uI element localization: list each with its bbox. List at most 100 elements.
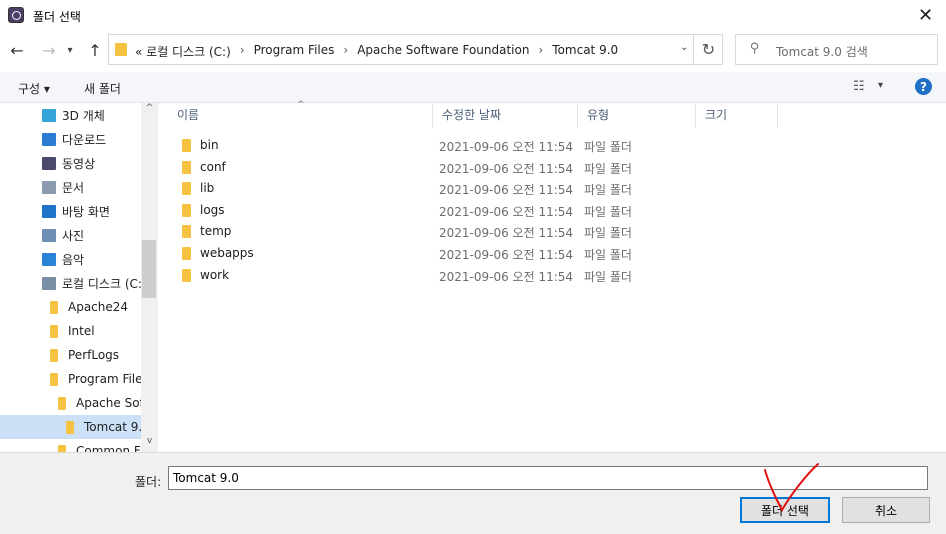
search-icon: ⚲ — [750, 41, 760, 56]
new-folder-button[interactable]: 새 폴더 — [84, 80, 121, 97]
sidebar-item-label: 3D 개체 — [62, 108, 105, 123]
file-type: 파일 폴더 — [584, 269, 632, 284]
file-type: 파일 폴더 — [584, 140, 632, 154]
sidebar-item-label: 문서 — [62, 180, 85, 195]
sidebar-item-label: Common Files — [76, 444, 141, 452]
column-header-date[interactable]: 수정한 날짜 — [433, 103, 578, 128]
forward-arrow-icon[interactable]: → — [38, 39, 60, 61]
sidebar-item-label: Intel — [68, 324, 95, 338]
breadcrumb: « 로컬 디스크 (C:) › Program Files › Apache S… — [135, 43, 618, 60]
breadcrumb-item[interactable]: « 로컬 디스크 (C:) — [135, 43, 231, 60]
sidebar-item[interactable]: 사진 — [0, 223, 141, 247]
navigation-pane: 3D 개체다운로드동영상문서바탕 화면사진음악로컬 디스크 (C:) Apache… — [0, 103, 159, 452]
folder-icon — [182, 247, 191, 260]
column-header-type[interactable]: 유형 — [578, 103, 696, 128]
folder-name-input[interactable] — [168, 466, 928, 490]
file-name: bin — [200, 138, 219, 152]
file-type: 파일 폴더 — [584, 183, 632, 198]
file-row[interactable]: bin 2021-09-06 오전 11:54 파일 폴더 — [158, 135, 946, 156]
document-icon — [42, 180, 56, 194]
chevron-right-icon[interactable]: › — [538, 43, 543, 60]
help-icon[interactable]: ? — [915, 78, 932, 95]
back-arrow-icon[interactable]: ← — [6, 39, 28, 61]
close-button[interactable]: ✕ — [905, 0, 946, 31]
select-folder-button[interactable]: 폴더 선택 — [740, 497, 830, 523]
file-date: 2021-09-06 오전 11:54 — [439, 183, 574, 198]
breadcrumb-item[interactable]: Tomcat 9.0 — [552, 43, 618, 60]
sidebar-item-label: Apache24 — [68, 300, 129, 314]
pictures-icon — [42, 228, 56, 242]
file-date: 2021-09-06 오전 11:54 — [439, 204, 574, 219]
file-name: conf — [200, 159, 226, 174]
sidebar-item[interactable]: 바탕 화면 — [0, 199, 141, 223]
scroll-up-icon[interactable]: ^ — [141, 103, 158, 119]
scroll-down-icon[interactable]: v — [141, 436, 158, 452]
chevron-right-icon[interactable]: › — [240, 43, 245, 60]
desktop-icon — [42, 204, 56, 218]
file-date: 2021-09-06 오전 11:54 — [439, 161, 574, 176]
breadcrumb-item[interactable]: Apache Software Foundation — [357, 43, 529, 60]
title-bar: 폴더 선택 ✕ — [0, 0, 946, 31]
sidebar-item-label: 바탕 화면 — [62, 204, 110, 219]
file-name: webapps — [200, 246, 254, 260]
sidebar-item-label: PerfLogs — [68, 348, 120, 362]
file-date: 2021-09-06 오전 11:54 — [439, 226, 574, 241]
sidebar-item-label: 사진 — [62, 228, 85, 243]
sidebar-item[interactable]: 문서 — [0, 175, 141, 199]
file-row[interactable]: logs 2021-09-06 오전 11:54 파일 폴더 — [158, 200, 946, 221]
file-type: 파일 폴더 — [584, 204, 632, 219]
search-placeholder: Tomcat 9.0 검색 — [776, 45, 868, 59]
view-options-icon[interactable]: ☷ — [853, 79, 865, 94]
file-list: 이름 ^ 수정한 날짜 유형 크기 bin 2021-09-06 오전 11:54… — [158, 100, 946, 452]
sidebar-item[interactable]: 다운로드 — [0, 127, 141, 151]
folder-icon — [182, 139, 191, 152]
sidebar-item[interactable]: Common Files — [0, 439, 141, 452]
3d-objects-icon — [42, 108, 56, 122]
sidebar-item-label: Tomcat 9.0 — [84, 420, 141, 434]
sidebar-item[interactable]: 로컬 디스크 (C:) — [0, 271, 141, 295]
search-input[interactable]: ⚲ Tomcat 9.0 검색 — [735, 34, 938, 65]
chevron-right-icon[interactable]: › — [343, 43, 348, 60]
sidebar-item[interactable]: 동영상 — [0, 151, 141, 175]
video-icon — [42, 156, 56, 170]
file-row[interactable]: work 2021-09-06 오전 11:54 파일 폴더 — [158, 265, 946, 286]
chevron-down-icon[interactable]: ▾ — [878, 80, 883, 91]
file-row[interactable]: temp 2021-09-06 오전 11:54 파일 폴더 — [158, 221, 946, 242]
recent-locations-chevron-icon[interactable]: ▾ — [62, 39, 78, 61]
sidebar-item-label: 음악 — [62, 252, 85, 267]
music-icon — [42, 252, 56, 266]
sidebar-item-label: 동영상 — [62, 156, 96, 171]
folder-icon — [50, 324, 58, 338]
file-name: logs — [200, 202, 225, 217]
file-name: work — [200, 267, 230, 282]
folder-icon — [182, 203, 191, 217]
sidebar-item[interactable]: Tomcat 9.0 — [0, 415, 141, 439]
sidebar-item[interactable]: Program Files — [0, 367, 141, 391]
window-title: 폴더 선택 — [33, 10, 81, 24]
download-icon — [42, 132, 56, 146]
sidebar-item[interactable]: 음악 — [0, 247, 141, 271]
refresh-icon[interactable]: ↻ — [693, 34, 723, 65]
address-bar[interactable]: « 로컬 디스크 (C:) › Program Files › Apache S… — [108, 34, 723, 65]
file-date: 2021-09-06 오전 11:54 — [439, 248, 574, 262]
file-row[interactable]: webapps 2021-09-06 오전 11:54 파일 폴더 — [158, 243, 946, 264]
folder-icon — [66, 420, 74, 434]
cancel-button[interactable]: 취소 — [842, 497, 930, 523]
scrollbar-thumb[interactable] — [142, 240, 156, 298]
sidebar-item[interactable]: Apache Software Foundation — [0, 391, 141, 415]
organize-button[interactable]: 구성 ▾ — [18, 80, 50, 97]
column-header-size[interactable]: 크기 — [696, 103, 778, 128]
address-dropdown-icon[interactable]: ⌄ — [680, 42, 694, 53]
file-type: 파일 폴더 — [584, 226, 632, 241]
sidebar-item[interactable]: Apache24 — [0, 295, 141, 319]
folder-icon — [115, 43, 127, 56]
file-row[interactable]: conf 2021-09-06 오전 11:54 파일 폴더 — [158, 157, 946, 178]
up-arrow-icon[interactable]: ↑ — [84, 39, 106, 61]
sidebar-item[interactable]: 3D 개체 — [0, 103, 141, 127]
file-date: 2021-09-06 오전 11:54 — [439, 269, 574, 284]
sort-ascending-icon: ^ — [297, 100, 305, 110]
breadcrumb-item[interactable]: Program Files — [254, 43, 335, 60]
file-row[interactable]: lib 2021-09-06 오전 11:54 파일 폴더 — [158, 178, 946, 199]
sidebar-item[interactable]: Intel — [0, 319, 141, 343]
sidebar-item[interactable]: PerfLogs — [0, 343, 141, 367]
